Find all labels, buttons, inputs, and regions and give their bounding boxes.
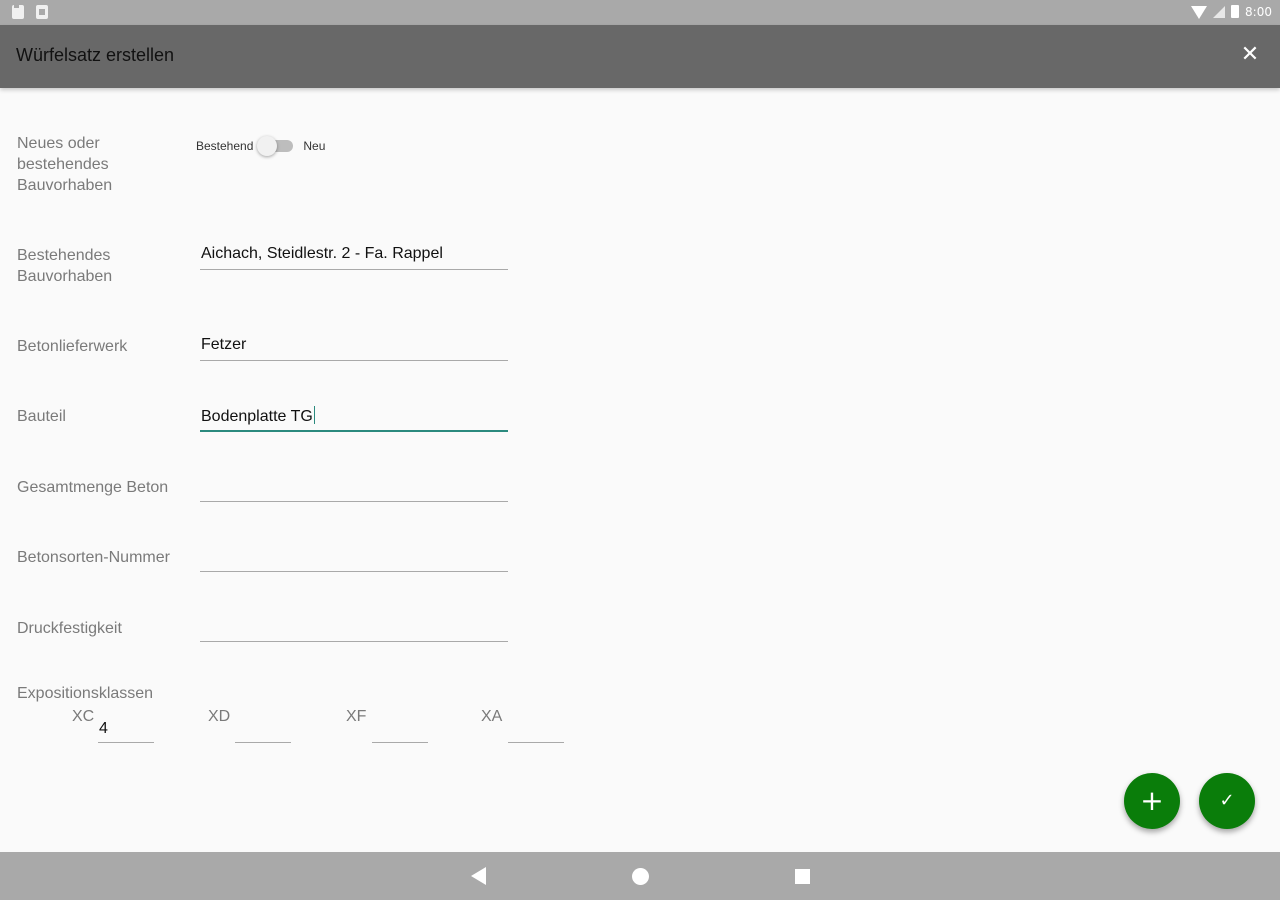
component-value: Bodenplatte TG xyxy=(201,408,313,425)
check-icon: ✓ xyxy=(1219,790,1235,811)
toggle-option-new: Neu xyxy=(303,139,326,153)
project-mode-switch[interactable] xyxy=(257,136,294,156)
component-value-wrap: Bodenplatte TG xyxy=(201,406,315,426)
project-mode-label: Neues oder bestehendes Bauvorhaben xyxy=(17,135,113,194)
exposure-xc-value: 4 xyxy=(99,720,108,737)
add-button[interactable]: + xyxy=(1124,773,1180,829)
status-time: 8:00 xyxy=(1245,4,1272,19)
page-title: Würfelsatz erstellen xyxy=(16,45,175,65)
exposure-xa-field[interactable] xyxy=(508,716,564,743)
total-concrete-field[interactable] xyxy=(200,475,508,502)
concrete-plant-label: Betonlieferwerk xyxy=(17,338,128,355)
concrete-plant-value: Fetzer xyxy=(201,336,247,353)
exposure-xd-label: XD xyxy=(208,708,231,725)
component-label: Bauteil xyxy=(17,408,66,425)
exposure-xc-label: XC xyxy=(72,708,95,725)
concrete-type-number-field[interactable] xyxy=(200,545,508,572)
exposure-xf-label: XF xyxy=(346,708,367,725)
toggle-option-existing: Bestehend xyxy=(196,139,254,153)
navigation-bar xyxy=(0,852,1280,900)
component-field[interactable]: Bodenplatte TG xyxy=(200,404,508,432)
existing-project-label: Bestehendes Bauvorhaben xyxy=(17,247,113,285)
app-toolbar: Würfelsatz erstellen ✕ xyxy=(0,25,1280,88)
wifi-icon xyxy=(1191,6,1208,19)
exposure-xf-field[interactable] xyxy=(372,716,428,743)
home-icon[interactable] xyxy=(632,868,649,885)
compressive-strength-label: Druckfestigkeit xyxy=(17,620,122,637)
text-cursor xyxy=(313,406,315,424)
project-mode-toggle-group: Bestehend Neu xyxy=(196,136,325,156)
status-bar: 8:00 xyxy=(0,0,1280,25)
back-icon[interactable] xyxy=(471,867,486,885)
notification-icon xyxy=(36,5,48,19)
existing-project-field[interactable]: Aichach, Steidlestr. 2 - Fa. Rappel xyxy=(200,243,508,270)
battery-icon xyxy=(1231,5,1240,18)
compressive-strength-field[interactable] xyxy=(200,615,508,642)
signal-icon xyxy=(1213,5,1226,18)
existing-project-value: Aichach, Steidlestr. 2 - Fa. Rappel xyxy=(201,245,443,262)
exposure-xc-field[interactable]: 4 xyxy=(98,716,154,743)
exposure-xd-field[interactable] xyxy=(235,716,291,743)
exposure-xa-label: XA xyxy=(481,708,503,725)
exposure-classes-label: Expositionsklassen xyxy=(17,685,154,702)
sd-card-icon xyxy=(12,4,24,19)
close-icon[interactable]: ✕ xyxy=(1238,43,1262,67)
confirm-button[interactable]: ✓ xyxy=(1199,773,1255,829)
concrete-plant-field[interactable]: Fetzer xyxy=(200,334,508,361)
recent-apps-icon[interactable] xyxy=(795,869,810,884)
concrete-type-number-label: Betonsorten-Nummer xyxy=(17,549,170,566)
switch-thumb[interactable] xyxy=(257,136,278,156)
total-concrete-label: Gesamtmenge Beton xyxy=(17,479,169,496)
plus-icon: + xyxy=(1140,784,1164,817)
